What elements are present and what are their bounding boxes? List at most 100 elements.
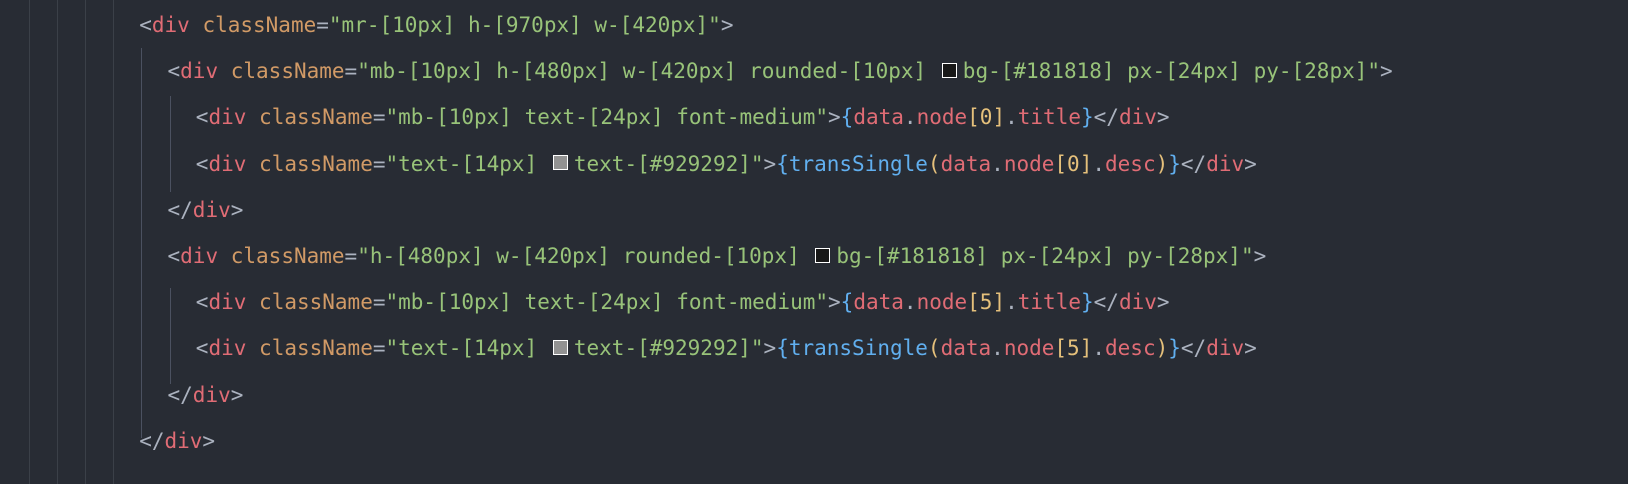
indent-guide	[113, 0, 114, 484]
code-token: className	[230, 59, 345, 84]
code-token: >	[1156, 105, 1170, 130]
indent-guide	[57, 0, 58, 484]
indent-guide-active	[141, 48, 142, 438]
code-token: {	[776, 151, 789, 176]
code-token: div	[1206, 336, 1245, 361]
code-token: .	[1092, 336, 1106, 361]
code-token: .	[1092, 151, 1106, 176]
code-token: >	[230, 382, 244, 407]
code-line[interactable]: <div className="text-[14px] text-[#92929…	[196, 140, 1257, 188]
code-token: ]	[1079, 336, 1093, 361]
code-token: className	[259, 290, 373, 315]
code-token: text-[#929292]"	[573, 151, 764, 176]
code-token: >	[720, 13, 734, 37]
code-token: </	[1180, 336, 1207, 361]
code-token: (	[927, 151, 941, 176]
code-token: }	[1168, 151, 1181, 176]
code-token: className	[202, 13, 317, 37]
code-token: 0	[979, 105, 993, 130]
code-token: .	[991, 336, 1004, 361]
code-token: >	[1156, 290, 1170, 315]
code-token: <	[167, 244, 181, 268]
code-token: data	[940, 336, 992, 361]
code-token: >	[1244, 336, 1257, 361]
code-token: }	[1168, 336, 1181, 361]
code-token: .	[1005, 290, 1018, 315]
code-token: .	[1005, 105, 1018, 130]
color-swatch-icon[interactable]	[552, 155, 568, 171]
code-token: </	[1180, 151, 1207, 176]
code-line[interactable]: </div>	[168, 186, 244, 234]
code-token: className	[259, 105, 373, 130]
code-token: }	[1080, 290, 1094, 315]
code-token: data	[853, 290, 904, 315]
code-token: div	[164, 428, 203, 453]
code-token: node	[1003, 336, 1055, 361]
code-token: >	[230, 197, 244, 222]
code-token: "mb-[10px] text-[24px] font-medium"	[385, 105, 829, 130]
code-token: >	[763, 336, 777, 361]
code-line[interactable]: <div className="text-[14px] text-[#92929…	[196, 324, 1257, 372]
code-line[interactable]: </div>	[168, 371, 244, 419]
code-token: <	[139, 13, 152, 37]
code-token: "mb-[10px] h-[480px] w-[420px] rounded-[…	[357, 59, 939, 84]
code-token: div	[208, 105, 247, 130]
code-token: )	[1155, 151, 1169, 176]
code-token: ]	[992, 290, 1006, 315]
code-line[interactable]: <div className="mb-[10px] text-[24px] fo…	[196, 93, 1170, 141]
code-line[interactable]: </div>	[139, 417, 215, 465]
code-token: </	[1093, 105, 1119, 130]
code-token: >	[1244, 151, 1257, 176]
code-token: <	[195, 151, 209, 176]
code-token: </	[1093, 290, 1119, 315]
code-token: {	[776, 336, 789, 361]
code-token: =	[316, 13, 329, 37]
color-swatch-icon[interactable]	[552, 339, 568, 355]
code-token: </	[139, 428, 165, 453]
code-token: className	[230, 244, 345, 268]
code-token: (	[927, 336, 941, 361]
indent-guide	[85, 0, 86, 484]
code-token: className	[259, 151, 373, 176]
code-token: desc	[1105, 151, 1156, 176]
code-token: ]	[992, 105, 1006, 130]
code-token: {	[840, 290, 854, 315]
indent-guide-inner	[170, 288, 171, 384]
code-token: =	[372, 105, 386, 130]
code-token: div	[208, 336, 247, 361]
code-token: text-[#929292]"	[573, 336, 764, 361]
code-token: }	[1080, 105, 1094, 130]
code-editor[interactable]: <div className="mr-[10px] h-[970px] w-[4…	[0, 0, 1628, 484]
code-token: div	[192, 382, 231, 407]
code-token: =	[344, 244, 358, 268]
code-token: title	[1017, 290, 1081, 315]
code-line[interactable]: <div className="mr-[10px] h-[970px] w-[4…	[139, 1, 733, 49]
indent-guide-inner	[170, 96, 171, 192]
code-token: node	[916, 105, 968, 130]
code-line[interactable]: <div className="mb-[10px] h-[480px] w-[4…	[168, 47, 1393, 95]
code-line[interactable]: <div className="h-[480px] w-[420px] roun…	[168, 232, 1267, 280]
code-token: .	[903, 290, 917, 315]
code-token: bg-[#181818] px-[24px] py-[28px]"	[836, 244, 1254, 268]
code-token: div	[180, 244, 219, 268]
code-token: [	[1054, 151, 1068, 176]
color-swatch-icon[interactable]	[815, 247, 831, 263]
color-swatch-icon[interactable]	[941, 62, 957, 78]
code-token: 0	[1067, 151, 1080, 176]
code-line[interactable]: <div className="mb-[10px] text-[24px] fo…	[196, 278, 1170, 326]
code-token: div	[208, 151, 247, 176]
code-token: transSingle	[788, 151, 928, 176]
code-token: [	[1054, 336, 1068, 361]
code-token: ]	[1079, 151, 1093, 176]
code-token: "mb-[10px] text-[24px] font-medium"	[385, 290, 829, 315]
code-token: "text-[14px]	[385, 336, 550, 361]
code-token: <	[195, 336, 209, 361]
code-token: =	[372, 151, 386, 176]
code-token: >	[1380, 59, 1393, 84]
code-token: className	[259, 336, 373, 361]
